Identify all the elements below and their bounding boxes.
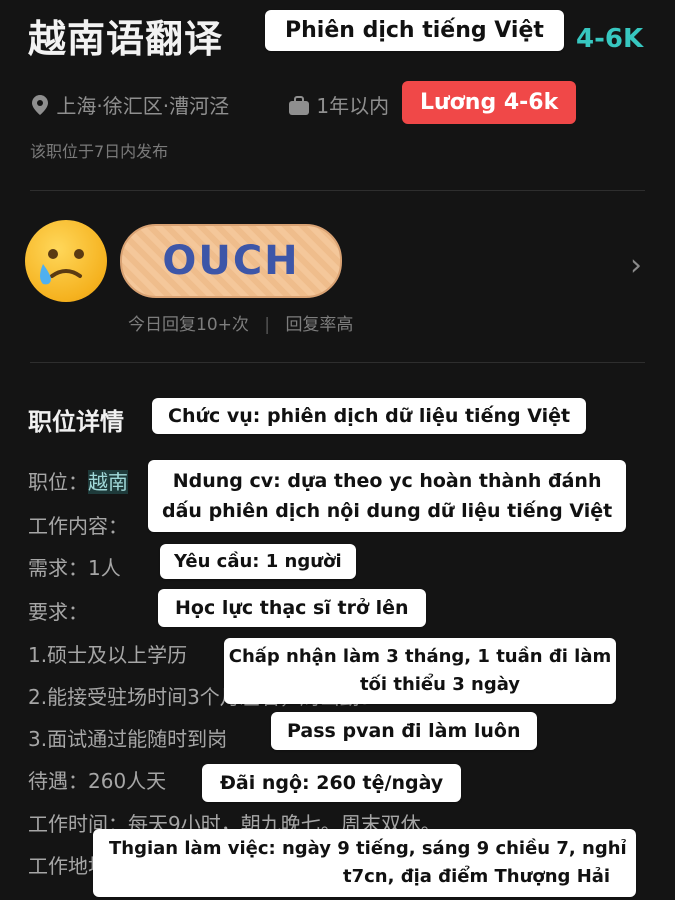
reply-rate: 回复率高 — [285, 315, 354, 335]
title-overlay: Phiên dịch tiếng Việt — [265, 10, 564, 51]
avatar[interactable] — [25, 220, 107, 302]
location-text: 上海·徐汇区·漕河泾 — [56, 94, 230, 118]
posted-time: 该职位于7日内发布 — [30, 142, 169, 161]
position-label: 职位： — [28, 470, 88, 494]
content-overlay-line: dấu phiên dịch nội dung dữ liệu tiếng Vi… — [162, 500, 613, 522]
briefcase-icon — [288, 94, 310, 118]
divider — [30, 190, 645, 191]
content-line: 工作内容： — [28, 514, 128, 538]
requirement-1-overlay-line: tối thiểu 3 ngày — [359, 674, 521, 695]
recruiter-sticker: OUCH — [120, 224, 342, 298]
reply-count: 今日回复10+次 — [128, 315, 249, 335]
requirement-1-overlay: Chấp nhận làm 3 tháng, 1 tuần đi làm tối… — [224, 638, 616, 704]
sticker-text: OUCH — [162, 238, 300, 284]
pay-overlay: Đãi ngộ: 260 tệ/ngày — [202, 764, 462, 802]
requirement-1: 1.硕士及以上学历 — [28, 643, 188, 667]
heading-overlay: Chức vụ: phiên dịch dữ liệu tiếng Việt — [152, 398, 587, 434]
demand-overlay: Yêu cầu: 1 người — [160, 544, 356, 579]
chevron-right-icon[interactable]: › — [630, 248, 642, 283]
requirement-overlay: Học lực thạc sĩ trở lên — [158, 589, 426, 627]
location: 上海·徐汇区·漕河泾 — [30, 90, 229, 119]
pay-line: 待遇：260人天 — [28, 769, 167, 793]
requirement-1-overlay-line: Chấp nhận làm 3 tháng, 1 tuần đi làm — [228, 646, 612, 667]
experience: 1年以内 — [288, 90, 389, 119]
experience-text: 1年以内 — [316, 94, 390, 118]
demand-line: 需求：1人 — [28, 556, 121, 580]
separator: | — [264, 315, 271, 335]
location-pin-icon — [30, 94, 50, 118]
requirement-3: 3.面试通过能随时到岗 — [28, 727, 228, 751]
requirement-line: 要求： — [28, 600, 88, 624]
requirement-3-overlay: Pass pvan đi làm luôn — [271, 712, 537, 750]
reply-stats: 今日回复10+次 | 回复率高 — [128, 310, 353, 335]
content-overlay-line: Ndung cv: dựa theo yc hoàn thành đánh — [172, 470, 602, 492]
position-value: 越南 — [88, 470, 128, 494]
hours-overlay-line: Thgian làm việc: ngày 9 tiếng, sáng 9 ch… — [109, 838, 627, 859]
job-title: 越南语翻译 — [28, 17, 224, 61]
details-heading: 职位详情 — [28, 408, 124, 436]
hours-overlay: Thgian làm việc: ngày 9 tiếng, sáng 9 ch… — [93, 829, 636, 897]
content-overlay: Ndung cv: dựa theo yc hoàn thành đánh dấ… — [148, 460, 627, 532]
position-line: 职位：越南 — [28, 466, 128, 495]
hours-overlay-line: t7cn, địa điểm Thượng Hải — [343, 866, 611, 887]
salary-overlay: Lương 4-6k — [402, 81, 577, 124]
crying-emoji-icon — [40, 249, 84, 285]
salary-range: 4-6K — [576, 24, 644, 54]
divider — [30, 362, 645, 363]
